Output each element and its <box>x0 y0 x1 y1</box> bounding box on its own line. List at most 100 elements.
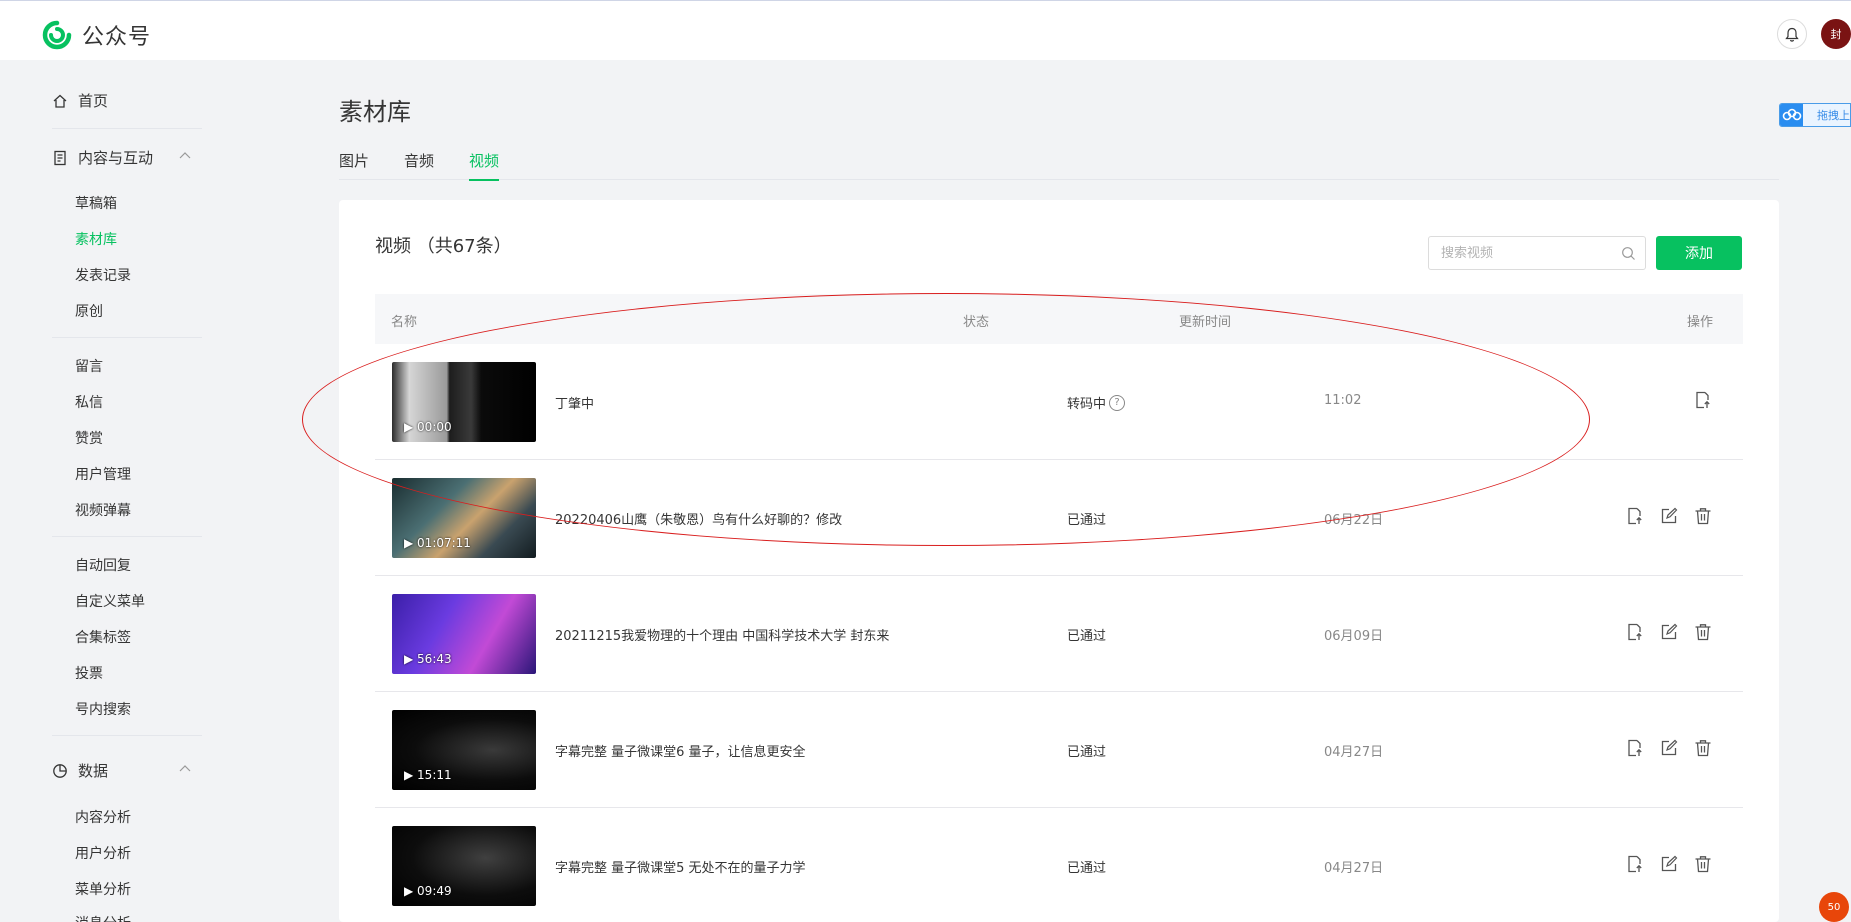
sidebar-item-rewards[interactable]: 赞赏 <box>75 428 103 448</box>
publish-button[interactable] <box>1625 738 1645 758</box>
sidebar-divider <box>52 128 202 129</box>
table-row: ▶ 01:07:11 20220406山鹰（朱敬恩）鸟有什么好聊的？修改 已通过… <box>375 460 1743 576</box>
cloud-icon <box>1780 104 1803 126</box>
sidebar-item-library[interactable]: 素材库 <box>75 229 117 249</box>
trash-icon <box>1695 624 1711 641</box>
table-row: ▶ 00:00 丁肇中 转码中 ? 11:02 <box>375 344 1743 460</box>
help-icon[interactable]: ? <box>1109 394 1126 411</box>
edit-button[interactable] <box>1659 738 1679 758</box>
row-actions <box>1693 390 1713 410</box>
page-title: 素材库 <box>339 98 411 126</box>
video-duration: ▶ 09:49 <box>404 884 452 898</box>
video-updated-time: 06月09日 <box>1324 629 1384 644</box>
status-text: 转码中 <box>1067 397 1107 412</box>
video-title: 20220406山鹰（朱敬恩）鸟有什么好聊的？修改 <box>555 513 843 528</box>
add-video-button[interactable]: 添加 <box>1656 236 1742 270</box>
sidebar-item-home[interactable]: 首页 <box>52 90 108 111</box>
trash-icon <box>1695 508 1711 525</box>
publish-button[interactable] <box>1693 390 1713 410</box>
column-header-updated: 更新时间 <box>1179 315 1232 330</box>
sidebar-item-content-analysis[interactable]: 内容分析 <box>75 807 131 827</box>
pie-chart-icon <box>53 763 67 778</box>
tab-audio[interactable]: 音频 <box>404 150 434 179</box>
chevron-up-icon[interactable] <box>178 763 192 773</box>
edit-button[interactable] <box>1659 506 1679 526</box>
sidebar-item-menu-analysis[interactable]: 菜单分析 <box>75 879 131 899</box>
edit-button[interactable] <box>1659 622 1679 642</box>
sidebar-item-auto-reply[interactable]: 自动回复 <box>75 555 131 575</box>
video-thumbnail[interactable]: ▶ 15:11 <box>392 710 536 790</box>
edit-icon <box>1661 855 1678 872</box>
publish-icon <box>1628 855 1642 873</box>
video-updated-time: 06月22日 <box>1324 513 1384 528</box>
video-updated-time: 04月27日 <box>1324 861 1384 876</box>
sidebar-section-data[interactable]: 数据 <box>52 760 191 781</box>
table-row: ▶ 09:49 字幕完整 量子微课堂5 无处不在的量子力学 已通过 04月27日 <box>375 808 1743 922</box>
video-duration: ▶ 01:07:11 <box>404 536 471 550</box>
search-icon[interactable] <box>1621 246 1636 261</box>
edit-button[interactable] <box>1659 854 1679 874</box>
delete-button[interactable] <box>1693 622 1713 642</box>
sidebar: 首页 内容与互动 草稿箱 素材库 发表记录 原创 留言 私信 赞赏 用户管理 视… <box>0 60 240 922</box>
notification-bell-button[interactable] <box>1777 19 1807 49</box>
video-duration: ▶ 00:00 <box>404 420 452 434</box>
video-thumbnail[interactable]: ▶ 56:43 <box>392 594 536 674</box>
delete-button[interactable] <box>1693 738 1713 758</box>
publish-button[interactable] <box>1625 506 1645 526</box>
video-thumbnail[interactable]: ▶ 09:49 <box>392 826 536 906</box>
sidebar-item-in-account-search[interactable]: 号内搜索 <box>75 699 131 719</box>
sidebar-item-comments[interactable]: 留言 <box>75 356 103 376</box>
bell-icon <box>1785 27 1799 42</box>
sidebar-item-video-danmaku[interactable]: 视频弹幕 <box>75 500 131 520</box>
video-library-panel: 视频 （共67条） 添加 名称 状态 更新时间 操作 ▶ 00:00 丁肇中 转… <box>339 200 1779 922</box>
row-actions <box>1625 854 1713 874</box>
sidebar-item-custom-menu[interactable]: 自定义菜单 <box>75 591 145 611</box>
video-title: 字幕完整 量子微课堂5 无处不在的量子力学 <box>555 861 806 876</box>
video-status: 已通过 <box>1067 513 1107 528</box>
sidebar-item-user-analysis[interactable]: 用户分析 <box>75 843 131 863</box>
sidebar-item-collection-tags[interactable]: 合集标签 <box>75 627 131 647</box>
widget-label: 拖拽上 <box>1817 109 1850 122</box>
chevron-up-icon[interactable] <box>178 150 192 160</box>
tab-video[interactable]: 视频 <box>469 150 500 181</box>
video-status: 已通过 <box>1067 629 1107 644</box>
publish-button[interactable] <box>1625 622 1645 642</box>
table-row: ▶ 15:11 字幕完整 量子微课堂6 量子，让信息更安全 已通过 04月27日 <box>375 692 1743 808</box>
delete-button[interactable] <box>1693 506 1713 526</box>
sidebar-item-messages[interactable]: 私信 <box>75 392 103 412</box>
tab-images[interactable]: 图片 <box>339 150 369 179</box>
home-icon <box>53 94 67 108</box>
video-status: 已通过 <box>1067 745 1107 760</box>
video-updated-time: 11:02 <box>1324 393 1362 408</box>
sidebar-item-message-analysis[interactable]: 消息分析 <box>75 913 131 922</box>
top-bar: 公众号 封 <box>0 0 1851 60</box>
video-status: 转码中 ? <box>1067 393 1126 412</box>
sidebar-divider <box>52 536 202 537</box>
search-box <box>1428 236 1646 270</box>
notification-count-badge[interactable]: 50 <box>1819 892 1849 922</box>
sidebar-section-content[interactable]: 内容与互动 <box>52 147 191 168</box>
video-updated-time: 04月27日 <box>1324 745 1384 760</box>
app-logo[interactable]: 公众号 <box>42 19 151 51</box>
column-header-status: 状态 <box>963 315 990 330</box>
drag-upload-widget[interactable]: 拖拽上 <box>1779 103 1851 127</box>
publish-icon <box>1628 623 1642 641</box>
video-thumbnail[interactable]: ▶ 01:07:11 <box>392 478 536 558</box>
sidebar-item-drafts[interactable]: 草稿箱 <box>75 193 117 213</box>
sidebar-item-user-management[interactable]: 用户管理 <box>75 464 131 484</box>
edit-icon <box>1661 739 1678 756</box>
panel-title: 视频 （共67条） <box>375 236 512 257</box>
publish-icon <box>1696 391 1710 409</box>
user-avatar[interactable]: 封 <box>1821 19 1851 49</box>
trash-icon <box>1695 740 1711 757</box>
sidebar-item-publish-history[interactable]: 发表记录 <box>75 265 131 285</box>
sidebar-item-vote[interactable]: 投票 <box>75 663 103 683</box>
sidebar-divider <box>52 735 202 736</box>
video-title: 丁肇中 <box>555 397 595 412</box>
video-thumbnail[interactable]: ▶ 00:00 <box>392 362 536 442</box>
publish-button[interactable] <box>1625 854 1645 874</box>
sidebar-item-original[interactable]: 原创 <box>75 301 103 321</box>
search-input[interactable] <box>1429 237 1609 269</box>
app-name: 公众号 <box>82 25 152 50</box>
delete-button[interactable] <box>1693 854 1713 874</box>
